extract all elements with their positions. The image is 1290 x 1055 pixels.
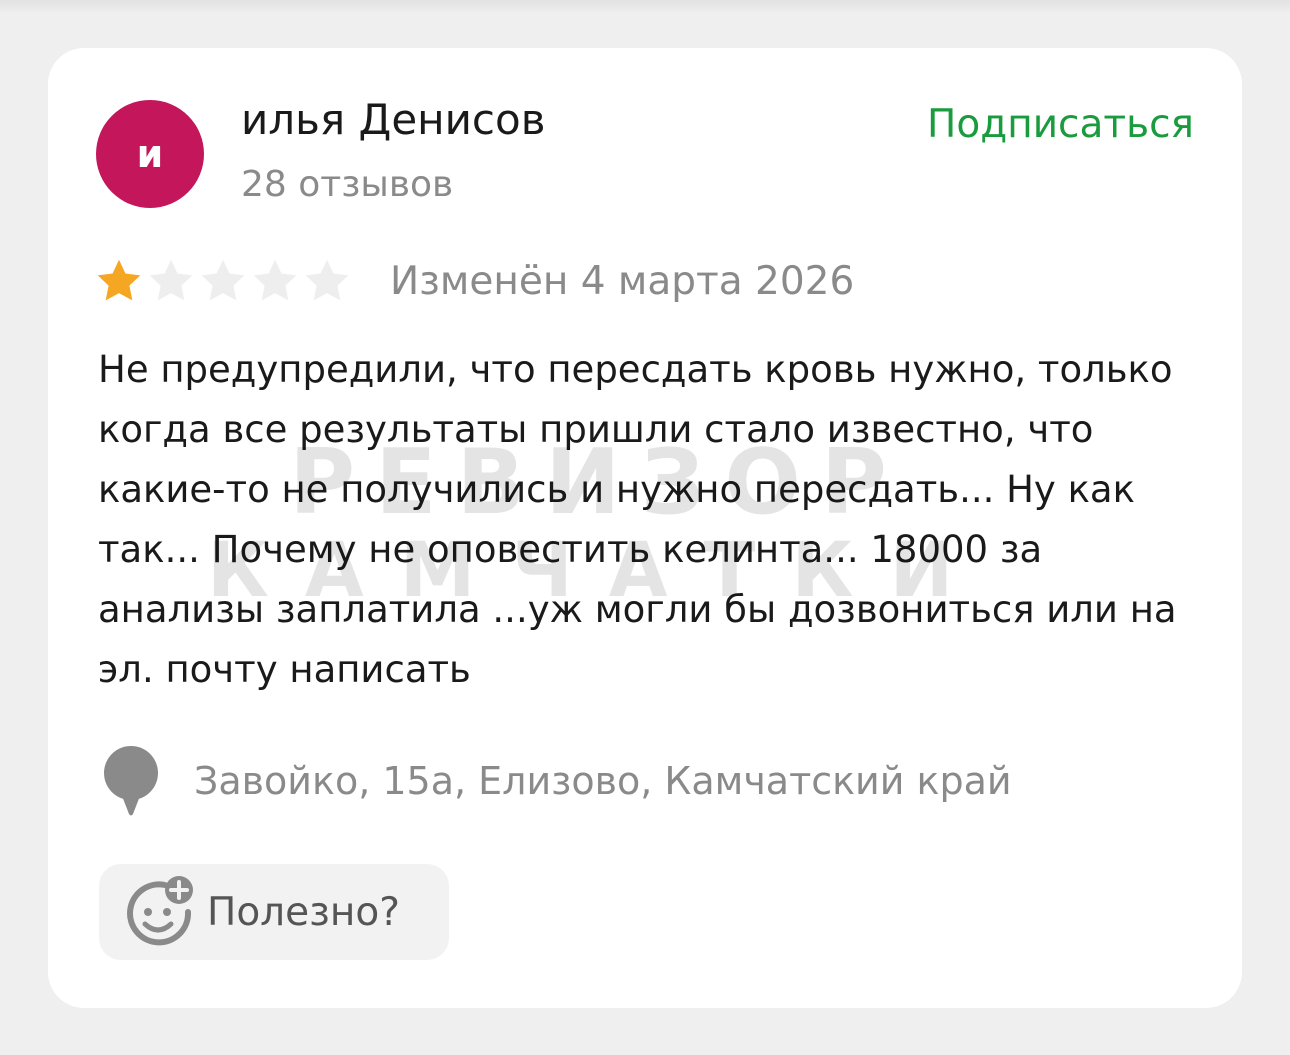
edited-date: Изменён 4 марта 2026 [390, 258, 855, 304]
avatar[interactable]: и [96, 100, 204, 208]
review-text: Не предупредили, что пересдать кровь нуж… [98, 348, 1177, 691]
helpful-label: Полезно? [207, 889, 400, 935]
star-icon [302, 256, 352, 306]
rating-row: Изменён 4 марта 2026 [94, 254, 854, 308]
subscribe-button[interactable]: Подписаться [927, 102, 1194, 147]
reviews-count: 28 отзывов [241, 164, 454, 205]
avatar-letter: и [136, 132, 164, 176]
top-edge [0, 0, 1290, 14]
helpful-button[interactable]: Полезно? [99, 864, 449, 960]
map-pin-icon [100, 746, 162, 816]
review-card: и илья Денисов 28 отзывов Подписаться Из… [48, 48, 1242, 1008]
smile-plus-icon [99, 874, 197, 950]
address-text: Завойко, 15а, Елизово, Камчатский край [194, 759, 1012, 803]
star-icon [146, 256, 196, 306]
star-icon [94, 256, 144, 306]
location-row[interactable]: Завойко, 15а, Елизово, Камчатский край [100, 746, 1012, 816]
author-name[interactable]: илья Денисов [241, 95, 545, 144]
star-icon [198, 256, 248, 306]
star-icon [250, 256, 300, 306]
star-rating [94, 256, 352, 306]
